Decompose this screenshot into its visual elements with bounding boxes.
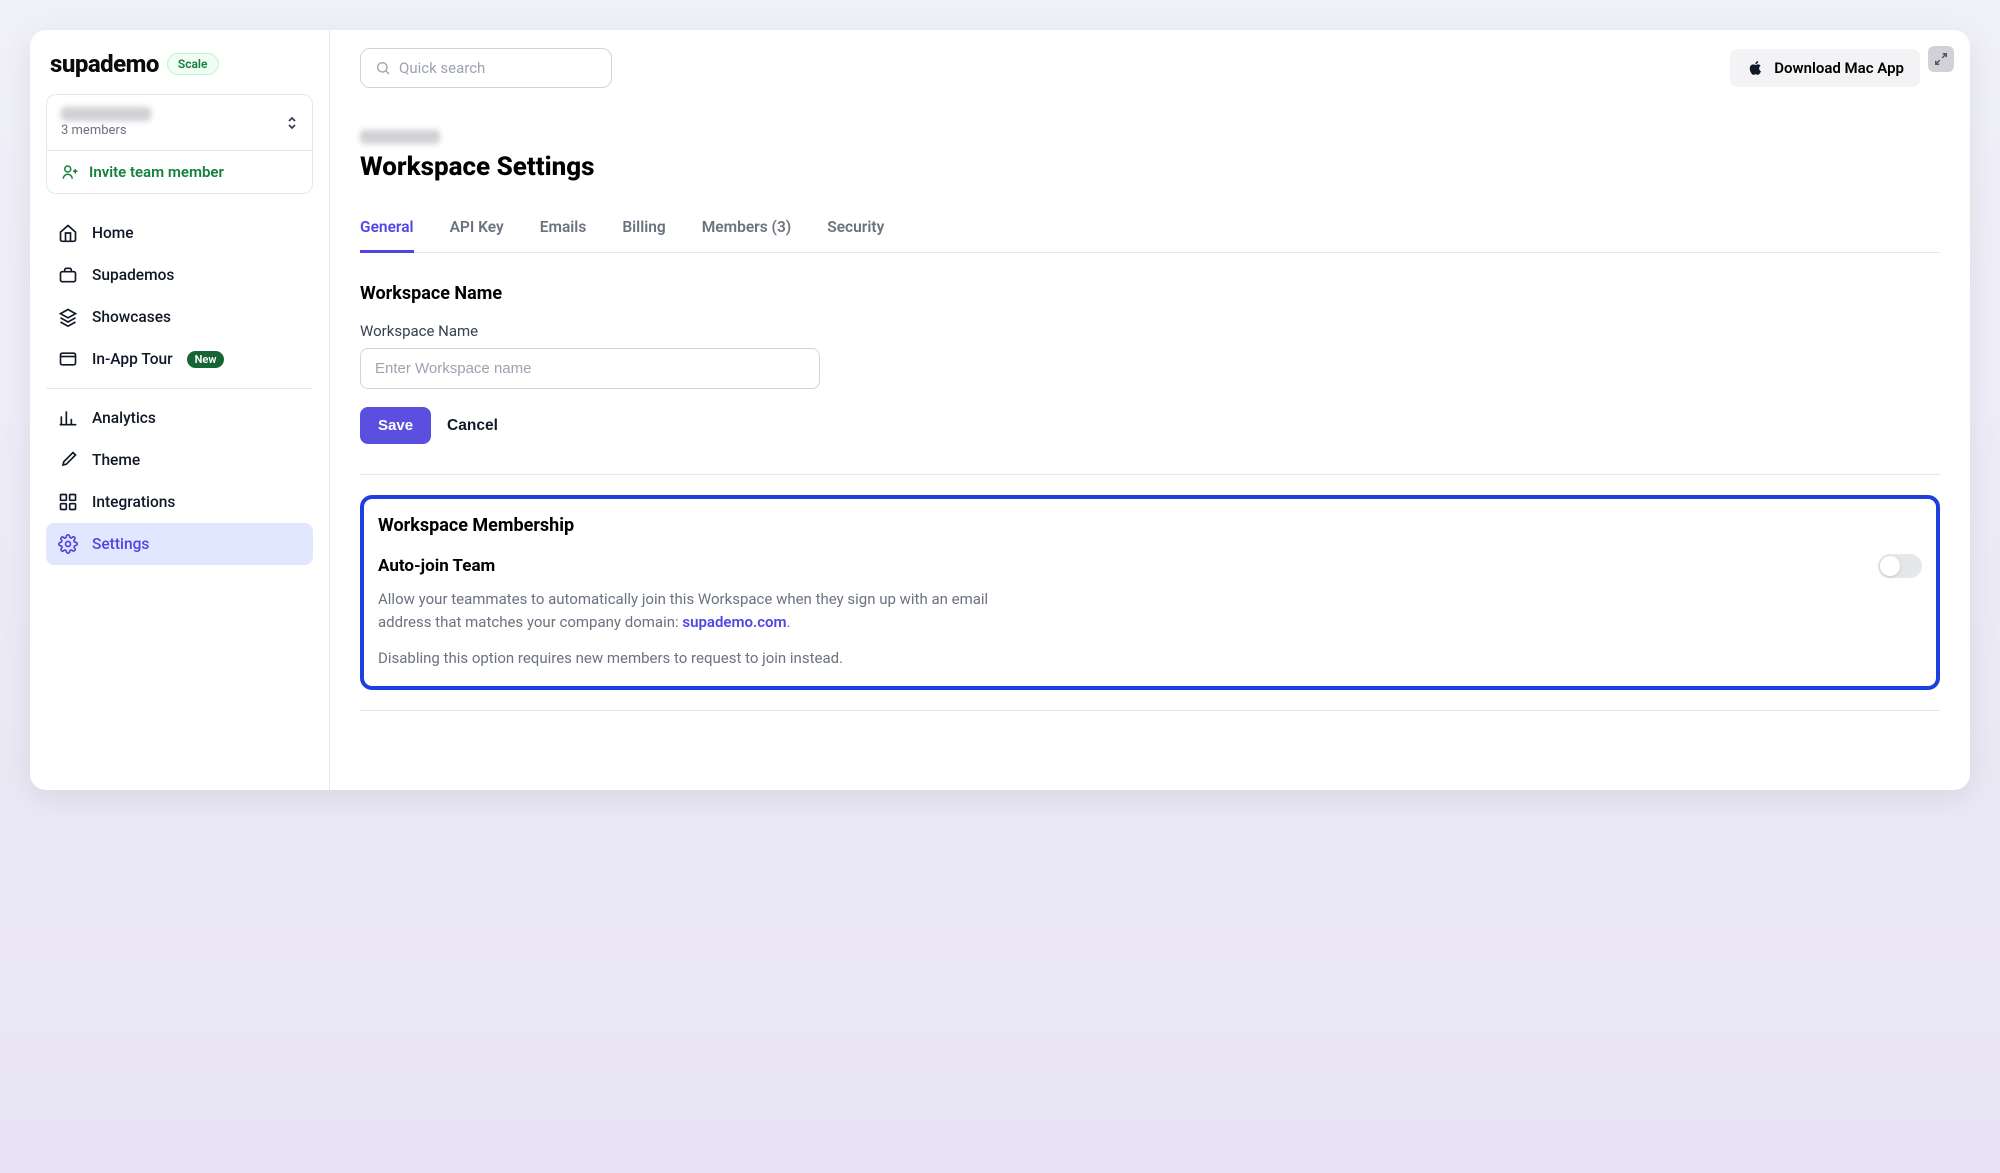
tab-api-key[interactable]: API Key (450, 210, 504, 253)
sidebar-item-label: Integrations (92, 493, 175, 511)
main-content: Quick search Download Mac App Workspace … (330, 30, 1970, 790)
search-placeholder: Quick search (399, 59, 485, 77)
divider (46, 388, 313, 389)
brush-icon (58, 450, 78, 470)
search-input[interactable]: Quick search (360, 48, 612, 88)
invite-team-member[interactable]: Invite team member (47, 150, 312, 193)
page-title: Workspace Settings (360, 152, 1940, 182)
sidebar-item-label: Settings (92, 535, 149, 553)
tab-emails[interactable]: Emails (540, 210, 587, 253)
divider (360, 710, 1940, 711)
sidebar: supademo Scale 3 members Invite team mem… (30, 30, 330, 790)
sidebar-item-label: Supademos (92, 266, 174, 284)
save-button[interactable]: Save (360, 407, 431, 444)
page-subtitle (360, 130, 440, 144)
workspace-switcher-button[interactable]: 3 members (47, 95, 312, 150)
plan-badge: Scale (167, 53, 219, 75)
bar-chart-icon (58, 408, 78, 428)
sidebar-item-analytics[interactable]: Analytics (46, 397, 313, 439)
sidebar-item-theme[interactable]: Theme (46, 439, 313, 481)
sidebar-item-showcases[interactable]: Showcases (46, 296, 313, 338)
sidebar-item-label: Home (92, 224, 134, 242)
home-icon (58, 223, 78, 243)
sidebar-item-label: Analytics (92, 409, 156, 427)
invite-label: Invite team member (89, 163, 224, 181)
brand-name: supademo (50, 50, 159, 78)
tabs: General API Key Emails Billing Members (… (360, 210, 1940, 253)
workspace-membership-section: Workspace Membership Auto-join Team Allo… (360, 495, 1940, 690)
user-plus-icon (61, 163, 79, 181)
search-icon (375, 60, 391, 76)
workspace-name-section-title: Workspace Name (360, 283, 1940, 304)
divider (360, 474, 1940, 475)
workspace-switcher: 3 members Invite team member (46, 94, 313, 194)
sidebar-item-settings[interactable]: Settings (46, 523, 313, 565)
download-label: Download Mac App (1774, 59, 1904, 77)
gear-icon (58, 534, 78, 554)
tab-general[interactable]: General (360, 210, 414, 253)
apple-icon (1746, 59, 1764, 77)
grid-icon (58, 492, 78, 512)
sidebar-item-supademos[interactable]: Supademos (46, 254, 313, 296)
sidebar-item-label: In-App Tour (92, 350, 173, 368)
briefcase-icon (58, 265, 78, 285)
membership-title: Workspace Membership (378, 515, 1922, 536)
workspace-members-count: 3 members (61, 123, 151, 138)
sidebar-item-home[interactable]: Home (46, 212, 313, 254)
sidebar-item-inapp-tour[interactable]: In-App Tour New (46, 338, 313, 380)
company-domain-link[interactable]: supademo.com (682, 613, 786, 631)
workspace-name-input[interactable] (360, 348, 820, 389)
cancel-button[interactable]: Cancel (447, 417, 498, 435)
stack-icon (58, 307, 78, 327)
toggle-knob (1880, 556, 1900, 576)
autojoin-description: Allow your teammates to automatically jo… (378, 588, 1018, 633)
chevron-updown-icon (286, 115, 298, 131)
autojoin-title: Auto-join Team (378, 556, 495, 576)
workspace-name-label: Workspace Name (360, 322, 1940, 340)
brand-logo: supademo Scale (46, 50, 313, 78)
workspace-name (61, 107, 151, 121)
tab-members[interactable]: Members (3) (702, 210, 792, 253)
tab-billing[interactable]: Billing (622, 210, 665, 253)
window-icon (58, 349, 78, 369)
sidebar-item-label: Theme (92, 451, 140, 469)
autojoin-description-2: Disabling this option requires new membe… (378, 647, 1018, 670)
autojoin-toggle[interactable] (1878, 554, 1922, 578)
sidebar-item-integrations[interactable]: Integrations (46, 481, 313, 523)
new-badge: New (187, 351, 225, 368)
download-mac-app-button[interactable]: Download Mac App (1730, 49, 1920, 87)
expand-button[interactable] (1928, 46, 1954, 72)
sidebar-item-label: Showcases (92, 308, 171, 326)
tab-security[interactable]: Security (827, 210, 884, 253)
